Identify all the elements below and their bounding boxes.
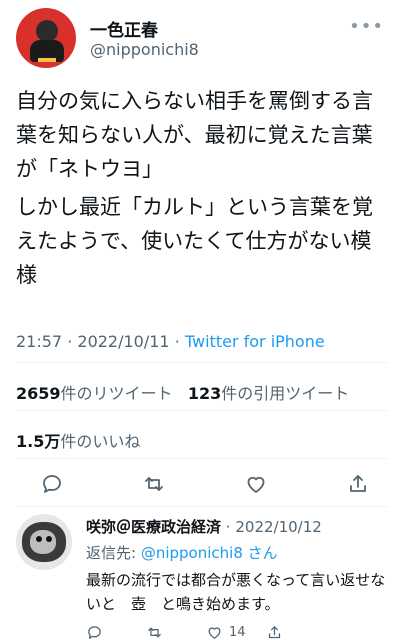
avatar-tag [38,58,56,62]
tweet-time[interactable]: 21:57 [16,332,62,351]
tweet-paragraph-1: 自分の気に入らない相手を罵倒する言葉を知らない人が、最初に覚えた言葉が「ネトウヨ… [16,89,373,181]
retweet-icon[interactable] [142,472,166,496]
tweet-actions [40,470,370,498]
likes-label: 件のいいね [60,432,141,451]
retweets-link[interactable]: 2659件のリツイート [16,384,178,403]
retweets-count: 2659 [16,384,61,403]
author-name[interactable]: 一色正春 [90,16,158,41]
divider [16,458,388,459]
likes-count: 1.5万 [16,432,61,451]
retweet-icon [148,627,161,637]
reply-icon[interactable] [40,472,64,496]
quotes-count: 123 [187,384,222,403]
retweet-stats: 2659件のリツイート 123件の引用ツイート [16,380,349,404]
retweets-label: 件のリツイート [60,384,173,403]
reply-header: 咲弥＠医療政治経済 · 2022/10/12 [86,516,322,537]
like-icon [208,626,221,639]
reply-separator: · [225,518,231,536]
reply-avatar[interactable] [16,514,72,570]
share-icon[interactable] [346,472,370,496]
reply-tweet[interactable]: 咲弥＠医療政治経済 · 2022/10/12 返信先: @nipponichi8… [16,514,388,640]
meta-separator-2: · [174,332,180,351]
reply-avatar-eye [46,536,52,542]
reply-icon [88,625,101,639]
meta-separator: · [67,332,73,351]
more-options-icon[interactable]: ••• [349,16,384,37]
reply-retweet-action[interactable] [146,624,206,640]
reply-share-action[interactable] [266,624,326,640]
tweet-date[interactable]: 2022/10/11 [77,332,169,351]
tweet-source[interactable]: Twitter for iPhone [185,332,325,351]
tweet-meta: 21:57 · 2022/10/11 · Twitter for iPhone [16,332,325,351]
like-icon[interactable] [244,472,268,496]
reply-mention-suffix: さん [242,544,278,562]
reply-reply-action[interactable] [86,624,146,640]
author-avatar[interactable] [16,8,76,68]
reply-avatar-eye [36,536,42,542]
quotes-link[interactable]: 123件の引用ツイート [188,384,349,403]
tweet-text: 自分の気に入らない相手を罵倒する言葉を知らない人が、最初に覚えた言葉が「ネトウヨ… [16,84,388,296]
reply-text: 最新の流行では都合が悪くなって言い返せないと 壺 と鳴き始めます。 [86,571,386,613]
divider [16,362,388,363]
reply-like-count: 14 [229,624,246,640]
reply-mention[interactable]: @nipponichi8 [141,544,243,562]
share-icon [268,625,281,638]
reply-avatar-shape [30,530,56,554]
reply-date[interactable]: 2022/10/12 [235,518,321,536]
reply-to-prefix: 返信先: [86,544,141,562]
author-handle[interactable]: @nipponichi8 [90,40,199,59]
quotes-label: 件の引用ツイート [221,384,350,403]
tweet-header: 一色正春 @nipponichi8 ••• [16,8,388,68]
tweet-paragraph-2: しかし最近「カルト」という言葉を覚えたようで、使いたくて仕方がない模様 [16,195,373,287]
reply-author-name[interactable]: 咲弥＠医療政治経済 [86,518,221,536]
avatar-face [36,20,58,42]
reply-actions: 14 [86,622,386,640]
likes-link[interactable]: 1.5万件のいいね [16,428,140,452]
divider [16,410,388,411]
reply-to: 返信先: @nipponichi8 さん [86,542,278,563]
reply-like-action[interactable]: 14 [206,624,266,640]
divider [16,506,388,507]
